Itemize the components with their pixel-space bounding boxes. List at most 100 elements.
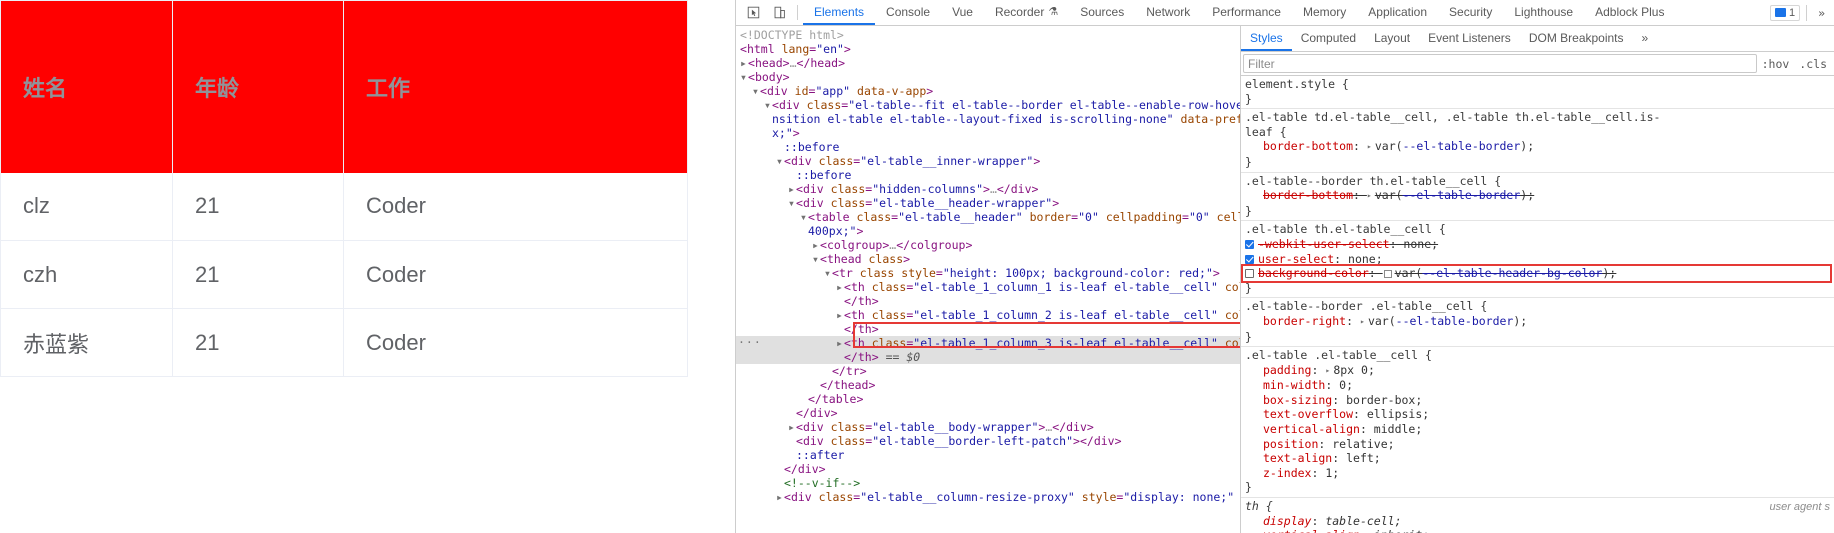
- css-declaration[interactable]: border-bottom: ▸ var(--el-table-border);: [1241, 139, 1834, 155]
- devtools-tab-console[interactable]: Console: [875, 0, 941, 25]
- dom-tree-line[interactable]: <!--v-if-->: [736, 476, 1240, 490]
- dom-tree-line[interactable]: ▾<table class="el-table__header" border=…: [736, 210, 1240, 224]
- disclosure-triangle-icon[interactable]: [764, 112, 772, 126]
- dom-tree-line[interactable]: ▾<body>: [736, 70, 1240, 84]
- css-rule[interactable]: .el-table th.el-table__cell {-webkit-use…: [1241, 221, 1834, 299]
- disclosure-triangle-icon[interactable]: ▾: [812, 252, 820, 266]
- devtools-tab-adblock-plus[interactable]: Adblock Plus: [1584, 0, 1675, 25]
- dom-tree-line[interactable]: ▾<div class="el-table__inner-wrapper">: [736, 154, 1240, 168]
- dom-tree-line[interactable]: <!DOCTYPE html>: [736, 28, 1240, 42]
- css-declaration[interactable]: vertical-align: inherit;: [1241, 528, 1834, 533]
- disclosure-triangle-icon[interactable]: ▸: [836, 280, 844, 294]
- disclosure-triangle-icon[interactable]: [776, 476, 784, 490]
- css-declaration[interactable]: position: relative;: [1241, 437, 1834, 452]
- css-rule[interactable]: .el-table--border th.el-table__cell {bor…: [1241, 173, 1834, 222]
- styles-tab-event-listeners[interactable]: Event Listeners: [1419, 26, 1520, 51]
- declaration-enable-checkbox[interactable]: [1245, 269, 1254, 279]
- dom-tree-line[interactable]: </div>: [736, 406, 1240, 420]
- disclosure-triangle-icon[interactable]: ▾: [788, 196, 796, 210]
- disclosure-triangle-icon[interactable]: [836, 350, 844, 364]
- disclosure-triangle-icon[interactable]: ▸: [776, 490, 784, 504]
- css-rule[interactable]: .el-table .el-table__cell {padding: ▸ 8px…: [1241, 347, 1834, 499]
- dom-tree-line[interactable]: ▾<thead class>: [736, 252, 1240, 266]
- disclosure-triangle-icon[interactable]: [800, 392, 808, 406]
- table-header-cell-job[interactable]: 工作: [343, 0, 688, 173]
- css-selector[interactable]: element.style {: [1241, 77, 1834, 92]
- styles-tab-»[interactable]: »: [1633, 26, 1658, 51]
- disclosure-triangle-icon[interactable]: [764, 126, 772, 140]
- color-swatch[interactable]: [1383, 270, 1392, 279]
- expand-arrow-icon[interactable]: ▸: [1360, 315, 1368, 330]
- dom-tree-line[interactable]: ▾<div class="el-table__header-wrapper">: [736, 196, 1240, 210]
- dom-tree-line[interactable]: ::before: [736, 168, 1240, 182]
- disclosure-triangle-icon[interactable]: [788, 406, 796, 420]
- dom-tree-line[interactable]: ▾<div id="app" data-v-app>: [736, 84, 1240, 98]
- disclosure-triangle-icon[interactable]: ▾: [752, 84, 760, 98]
- css-declaration[interactable]: text-align: left;: [1241, 451, 1834, 466]
- dom-tree-line[interactable]: nsition el-table el-table--layout-fixed …: [736, 112, 1240, 126]
- dom-tree-line[interactable]: </tr>: [736, 364, 1240, 378]
- disclosure-triangle-icon[interactable]: ▸: [740, 56, 748, 70]
- dom-tree-panel[interactable]: <!DOCTYPE html> <html lang="en"> ▸<head>…<…: [736, 26, 1241, 533]
- css-declaration[interactable]: border-bottom: ▸ var(--el-table-border);: [1241, 188, 1834, 204]
- styles-tab-computed[interactable]: Computed: [1292, 26, 1365, 51]
- css-rule[interactable]: .el-table td.el-table__cell, .el-table t…: [1241, 109, 1834, 173]
- dom-tree-line[interactable]: </th>: [736, 294, 1240, 308]
- dom-tree-line[interactable]: </table>: [736, 392, 1240, 406]
- css-rule[interactable]: user agent sth {display: table-cell;vert…: [1241, 498, 1834, 533]
- css-declaration[interactable]: box-sizing: border-box;: [1241, 393, 1834, 408]
- hov-toggle-button[interactable]: :hov: [1757, 57, 1795, 71]
- css-declaration[interactable]: min-width: 0;: [1241, 378, 1834, 393]
- dom-tree-line[interactable]: ▸<div class="el-table__body-wrapper">…</…: [736, 420, 1240, 434]
- css-selector[interactable]: .el-table--border .el-table__cell {: [1241, 299, 1834, 314]
- devtools-tab-lighthouse[interactable]: Lighthouse: [1503, 0, 1584, 25]
- expand-arrow-icon[interactable]: ▸: [1367, 140, 1375, 155]
- devtools-tab-network[interactable]: Network: [1135, 0, 1201, 25]
- disclosure-triangle-icon[interactable]: [812, 378, 820, 392]
- disclosure-triangle-icon[interactable]: [836, 322, 844, 336]
- css-declaration[interactable]: border-right: ▸ var(--el-table-border);: [1241, 314, 1834, 330]
- styles-tab-dom-breakpoints[interactable]: DOM Breakpoints: [1520, 26, 1633, 51]
- dom-tree-line[interactable]: x;">: [736, 126, 1240, 140]
- disclosure-triangle-icon[interactable]: ▾: [764, 98, 772, 112]
- css-selector[interactable]: .el-table td.el-table__cell, .el-table t…: [1241, 110, 1834, 125]
- disclosure-triangle-icon[interactable]: ▾: [824, 266, 832, 280]
- css-declaration[interactable]: padding: ▸ 8px 0;: [1241, 363, 1834, 379]
- dom-tree-line[interactable]: <html lang="en">: [736, 42, 1240, 56]
- message-count-badge[interactable]: 1: [1769, 4, 1801, 21]
- css-rule[interactable]: element.style {}: [1241, 76, 1834, 110]
- dom-tree-line[interactable]: </th>: [736, 322, 1240, 336]
- css-selector[interactable]: .el-table--border th.el-table__cell {: [1241, 174, 1834, 189]
- css-declaration[interactable]: display: table-cell;: [1241, 514, 1834, 529]
- disclosure-triangle-icon[interactable]: [788, 168, 796, 182]
- disclosure-triangle-icon[interactable]: ▸: [788, 182, 796, 196]
- declaration-enable-checkbox[interactable]: [1245, 239, 1254, 249]
- dom-tree-line[interactable]: ▸<div class="el-table__column-resize-pro…: [736, 490, 1240, 504]
- styles-tab-layout[interactable]: Layout: [1365, 26, 1419, 51]
- dom-tree-line[interactable]: 400px;">: [736, 224, 1240, 238]
- css-rules-list[interactable]: element.style {} .el-table td.el-table__c…: [1241, 76, 1834, 533]
- disclosure-triangle-icon[interactable]: ▾: [776, 154, 784, 168]
- styles-tab-styles[interactable]: Styles: [1241, 26, 1292, 51]
- dom-tree-line[interactable]: ▾<tr class style="height: 100px; backgro…: [736, 266, 1240, 280]
- css-declaration[interactable]: -webkit-user-select: none;: [1241, 237, 1834, 252]
- disclosure-triangle-icon[interactable]: [776, 462, 784, 476]
- devtools-overflow-menu[interactable]: »: [1813, 6, 1830, 20]
- dom-tree-line[interactable]: ::before: [736, 140, 1240, 154]
- devtools-tab-memory[interactable]: Memory: [1292, 0, 1357, 25]
- css-selector[interactable]: .el-table th.el-table__cell {: [1241, 222, 1834, 237]
- devtools-tab-elements[interactable]: Elements: [803, 0, 876, 25]
- dom-tree-line[interactable]: ▸<th class="el-table_1_column_1 is-leaf …: [736, 280, 1240, 294]
- disclosure-triangle-icon[interactable]: [788, 434, 796, 448]
- css-declaration[interactable]: vertical-align: middle;: [1241, 422, 1834, 437]
- disclosure-triangle-icon[interactable]: ▸: [836, 336, 844, 350]
- dom-tree-line[interactable]: ▸<div class="hidden-columns">…</div>: [736, 182, 1240, 196]
- css-rule[interactable]: .el-table--border .el-table__cell {borde…: [1241, 298, 1834, 348]
- declaration-enable-checkbox[interactable]: [1245, 254, 1254, 264]
- dom-tree-line[interactable]: ▾<div class="el-table--fit el-table--bor…: [736, 98, 1240, 112]
- css-declaration[interactable]: z-index: 1;: [1241, 466, 1834, 481]
- disclosure-triangle-icon[interactable]: ▸: [788, 420, 796, 434]
- disclosure-triangle-icon[interactable]: [836, 294, 844, 308]
- disclosure-triangle-icon[interactable]: [824, 364, 832, 378]
- styles-filter-input[interactable]: [1243, 54, 1757, 73]
